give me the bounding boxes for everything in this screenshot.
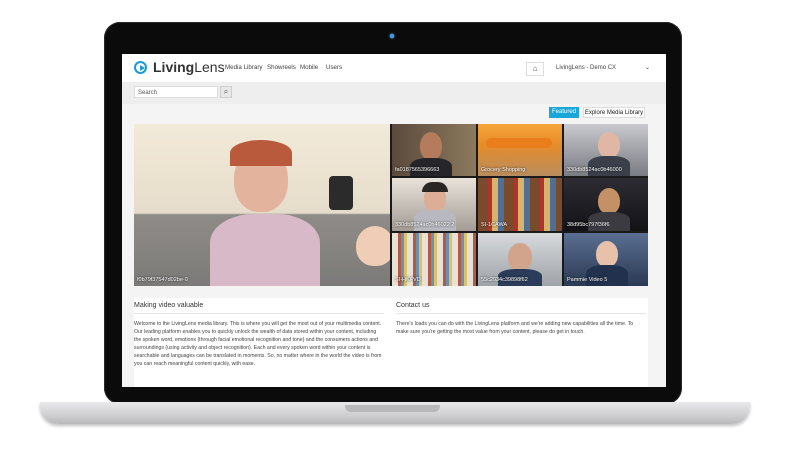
video-label: fa0187565396663 bbox=[395, 167, 440, 173]
video-label: SI-1CAWA bbox=[481, 222, 508, 228]
livinglens-logo-icon bbox=[134, 61, 147, 74]
section-body: There's loads you can do with the Living… bbox=[396, 321, 634, 335]
video-label: f0b79f37547d02be-0 bbox=[137, 277, 188, 283]
video-tile[interactable]: SI-1CAWA bbox=[478, 178, 562, 231]
video-tile[interactable]: 55c2034c39898f62 bbox=[478, 233, 562, 286]
chevron-down-icon: ⌄ bbox=[644, 65, 650, 71]
featured-button[interactable]: Featured bbox=[549, 107, 579, 118]
video-tile[interactable]: SI-HKFVD bbox=[392, 233, 476, 286]
logo-wordmark[interactable]: LivingLens bbox=[153, 59, 225, 75]
video-label: 38d95bc797f36f6 bbox=[567, 222, 610, 228]
logo-light: Lens bbox=[194, 59, 225, 75]
divider bbox=[134, 313, 384, 314]
info-panel: Making video valuable Welcome to the Liv… bbox=[134, 298, 648, 387]
video-label: Grocery Shopping bbox=[481, 167, 526, 173]
logo-bold: Living bbox=[153, 59, 195, 75]
search-input[interactable]: Search bbox=[134, 86, 218, 98]
section-title: Making video valuable bbox=[134, 302, 204, 309]
nav-media-library[interactable]: Media Library bbox=[225, 64, 263, 71]
laptop-hinge-notch bbox=[345, 405, 440, 412]
section-title: Contact us bbox=[396, 302, 430, 309]
video-tile-main[interactable]: f0b79f37547d02be-0 bbox=[134, 124, 390, 286]
top-navigation: LivingLens Media Library Showreels Mobil… bbox=[122, 54, 666, 83]
app-screen: LivingLens Media Library Showreels Mobil… bbox=[122, 54, 666, 387]
video-label: Pammie Video 5 bbox=[567, 277, 608, 283]
nav-mobile[interactable]: Mobile bbox=[300, 64, 318, 71]
video-grid: f0b79f37547d02be-0 fa0187565396663 Groce… bbox=[134, 124, 648, 286]
video-tile[interactable]: fa0187565396663 bbox=[392, 124, 476, 176]
video-label: 330db8524ac0b46000 bbox=[567, 167, 622, 173]
home-icon[interactable]: ⌂ bbox=[526, 62, 544, 76]
org-label: LivingLens - Demo CX bbox=[556, 65, 617, 71]
org-selector[interactable]: LivingLens - Demo CX ⌄ bbox=[556, 62, 650, 74]
video-tile[interactable]: 330db8524ac0b46022 2 bbox=[392, 178, 476, 231]
explore-media-library-button[interactable]: Explore Media Library bbox=[583, 107, 645, 118]
video-label: 55c2034c39898f62 bbox=[481, 277, 528, 283]
search-icon[interactable]: ⌕ bbox=[220, 86, 232, 98]
divider bbox=[396, 313, 646, 314]
section-body: Welcome to the LivingLens media library.… bbox=[134, 321, 382, 367]
video-tile[interactable]: 38d95bc797f36f6 bbox=[564, 178, 648, 231]
video-tile[interactable]: Pammie Video 5 bbox=[564, 233, 648, 286]
video-label: 330db8524ac0b46022 2 bbox=[395, 222, 455, 228]
nav-users[interactable]: Users bbox=[326, 64, 342, 71]
nav-showreels[interactable]: Showreels bbox=[267, 64, 296, 71]
video-label: SI-HKFVD bbox=[395, 277, 421, 283]
video-tile[interactable]: Grocery Shopping bbox=[478, 124, 562, 176]
video-tile[interactable]: 330db8524ac0b46000 bbox=[564, 124, 648, 176]
webcam-dot bbox=[390, 34, 394, 38]
